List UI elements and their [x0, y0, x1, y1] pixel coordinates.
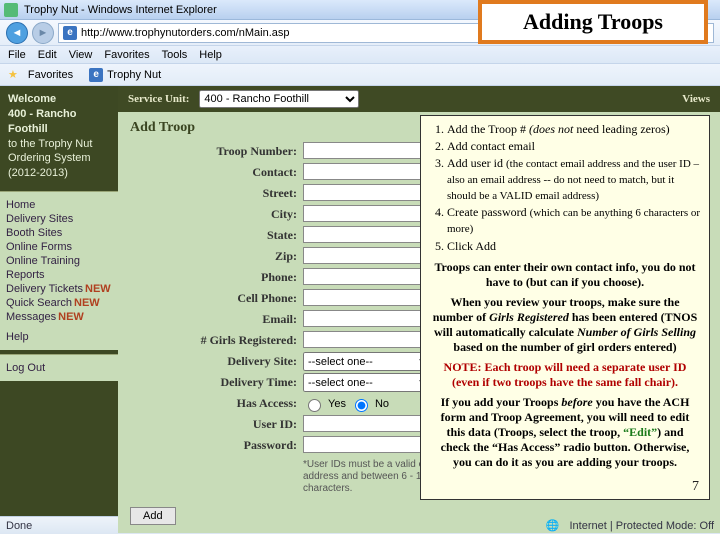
input-zip[interactable]: [303, 247, 433, 264]
input-userid[interactable]: [303, 415, 433, 432]
label-email: Email:: [153, 310, 303, 329]
views-label: Views: [682, 93, 710, 105]
favicon: [4, 3, 18, 17]
menu-help[interactable]: Help: [199, 49, 222, 61]
input-contact[interactable]: [303, 163, 433, 180]
radio-access-no[interactable]: [355, 399, 368, 412]
status-zone: Internet | Protected Mode: Off: [569, 520, 714, 532]
welcome-panel: Welcome 400 - Rancho Foothill to the Tro…: [0, 86, 118, 191]
callout-body: Add the Troop # (does not need leading z…: [420, 115, 710, 500]
label-girls: # Girls Registered:: [153, 331, 303, 350]
input-password[interactable]: [303, 436, 433, 453]
add-button[interactable]: Add: [130, 507, 176, 525]
input-email[interactable]: [303, 310, 433, 327]
menubar: File Edit View Favorites Tools Help: [0, 46, 720, 64]
label-zip: Zip:: [153, 247, 303, 266]
input-cell[interactable]: [303, 289, 433, 306]
nav-booth-sites[interactable]: Booth Sites: [6, 226, 112, 240]
input-state[interactable]: [303, 226, 433, 243]
label-cell: Cell Phone:: [153, 289, 303, 308]
welcome-year: (2012-2013): [8, 166, 110, 181]
favorites-label[interactable]: Favorites: [28, 69, 73, 81]
label-password: Password:: [153, 436, 303, 455]
favorites-star-icon[interactable]: ★: [8, 68, 18, 81]
label-dsite: Delivery Site:: [153, 352, 303, 371]
nav-reports[interactable]: Reports: [6, 268, 112, 282]
input-girls[interactable]: [303, 331, 433, 348]
welcome-line: Welcome: [8, 92, 110, 107]
label-street: Street:: [153, 184, 303, 203]
welcome-unit: 400 - Rancho Foothill: [8, 107, 110, 137]
nav-delivery-tickets[interactable]: Delivery TicketsNEW: [6, 282, 112, 296]
input-street[interactable]: [303, 184, 433, 201]
label-access: Has Access:: [153, 394, 303, 413]
status-done: Done: [6, 520, 32, 532]
menu-edit[interactable]: Edit: [38, 49, 57, 61]
input-troop[interactable]: [303, 142, 433, 159]
callout-title: Adding Troops: [478, 0, 708, 44]
nav-logout[interactable]: Log Out: [6, 361, 112, 375]
nav-help[interactable]: Help: [6, 330, 112, 344]
menu-view[interactable]: View: [69, 49, 93, 61]
label-contact: Contact:: [153, 163, 303, 182]
menu-file[interactable]: File: [8, 49, 26, 61]
nav-online-forms[interactable]: Online Forms: [6, 240, 112, 254]
input-city[interactable]: [303, 205, 433, 222]
select-dsite[interactable]: --select one--: [303, 352, 433, 371]
nav-online-training[interactable]: Online Training: [6, 254, 112, 268]
nav-home[interactable]: Home: [6, 198, 112, 212]
label-troop: Troop Number:: [153, 142, 303, 161]
ie-icon: e: [63, 26, 77, 40]
radio-access-yes[interactable]: [308, 399, 321, 412]
label-phone: Phone:: [153, 268, 303, 287]
forward-button[interactable]: ►: [32, 22, 54, 44]
input-phone[interactable]: [303, 268, 433, 285]
slide-number: 7: [692, 478, 699, 496]
label-city: City:: [153, 205, 303, 224]
service-unit-select[interactable]: 400 - Rancho Foothill: [199, 90, 359, 108]
label-state: State:: [153, 226, 303, 245]
menu-favorites[interactable]: Favorites: [104, 49, 149, 61]
nav-messages[interactable]: MessagesNEW: [6, 310, 112, 324]
nav-delivery-sites[interactable]: Delivery Sites: [6, 212, 112, 226]
tab-trophy-nut[interactable]: Trophy Nut: [107, 69, 161, 81]
nav-quick-search[interactable]: Quick SearchNEW: [6, 296, 112, 310]
label-userid: User ID:: [153, 415, 303, 434]
welcome-text: to the Trophy Nut Ordering System: [8, 137, 110, 167]
label-dtime: Delivery Time:: [153, 373, 303, 392]
menu-tools[interactable]: Tools: [162, 49, 188, 61]
globe-icon: 🌐: [546, 519, 560, 532]
select-dtime[interactable]: --select one--: [303, 373, 433, 392]
nav-links: Home Delivery Sites Booth Sites Online F…: [0, 191, 118, 350]
back-button[interactable]: ◄: [6, 22, 28, 44]
tab-icon: e: [89, 68, 103, 82]
service-unit-label: Service Unit:: [128, 93, 189, 105]
